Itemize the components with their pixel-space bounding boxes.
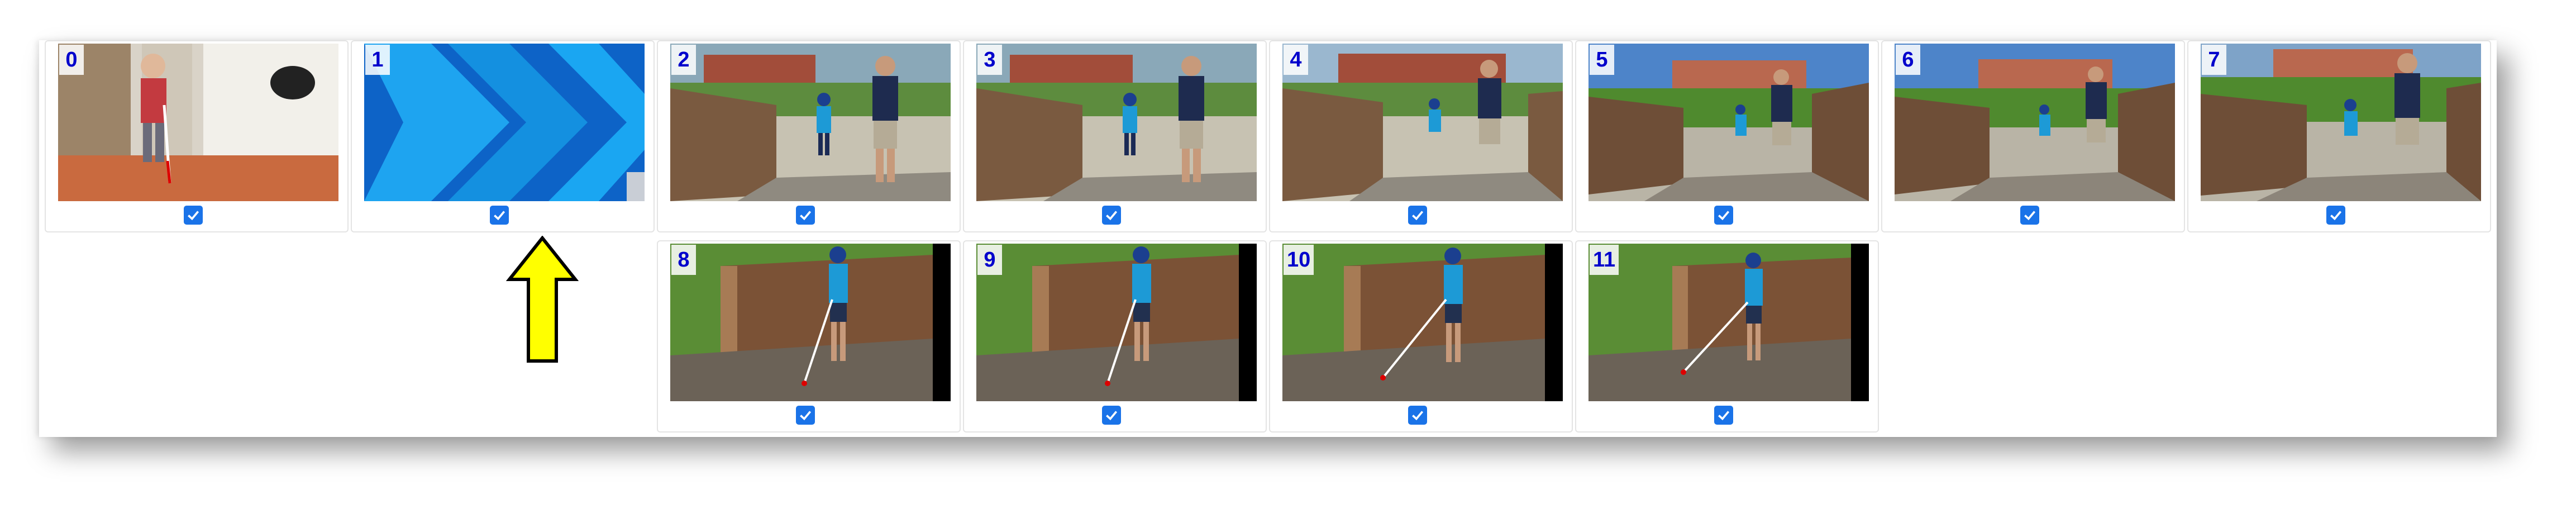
- frame-index-label: 9: [977, 245, 1002, 275]
- fence-scene-image: [976, 244, 1257, 401]
- frame-index-label: 2: [671, 45, 696, 75]
- chevron-title-card-image: [364, 44, 645, 201]
- frame-cell-2[interactable]: 2: [657, 40, 961, 232]
- frame-index-label: 7: [2202, 45, 2226, 75]
- boardwalk-scene-image: [1895, 44, 2175, 201]
- checkmark-icon: [1718, 411, 1730, 421]
- checkmark-icon: [800, 411, 812, 421]
- frame-select-checkbox[interactable]: [796, 206, 815, 225]
- checkmark-icon: [1106, 411, 1118, 421]
- frame-index-label: 3: [977, 45, 1002, 75]
- frame-select-checkbox[interactable]: [2020, 206, 2039, 225]
- frame-cell-6[interactable]: 6: [1881, 40, 2185, 232]
- frame-thumbnail[interactable]: 7: [2201, 44, 2481, 201]
- boardwalk-scene-image: [1282, 44, 1563, 201]
- boardwalk-scene-image: [2201, 44, 2481, 201]
- frame-index-label: 0: [59, 45, 84, 75]
- frame-thumbnail[interactable]: 1: [364, 44, 645, 201]
- frame-thumbnail[interactable]: 9: [976, 244, 1257, 401]
- frame-thumbnail[interactable]: 6: [1895, 44, 2175, 201]
- checkmark-icon: [800, 211, 812, 221]
- frame-cell-7[interactable]: 7: [2187, 40, 2491, 232]
- frame-select-checkbox[interactable]: [1408, 406, 1427, 425]
- frame-cell-1[interactable]: 1: [351, 40, 655, 232]
- fence-scene-image: [1282, 244, 1563, 401]
- frame-cell-11[interactable]: 11: [1575, 240, 1879, 433]
- frame-select-checkbox[interactable]: [2326, 206, 2345, 225]
- frame-thumbnail[interactable]: 0: [58, 44, 338, 201]
- up-arrow-icon: [506, 236, 579, 363]
- frame-cell-4[interactable]: 4: [1269, 40, 1573, 232]
- frame-cell-0[interactable]: 0: [45, 40, 349, 232]
- checkmark-icon: [1412, 211, 1424, 221]
- frame-select-checkbox[interactable]: [490, 206, 509, 225]
- frame-cell-10[interactable]: 10: [1269, 240, 1573, 433]
- boardwalk-scene-image: [1588, 44, 1869, 201]
- frame-thumbnail[interactable]: 11: [1588, 244, 1869, 401]
- frame-index-label: 1: [365, 45, 390, 75]
- frame-select-checkbox[interactable]: [1102, 406, 1121, 425]
- checkmark-icon: [2330, 211, 2342, 221]
- boardwalk-scene-image: [670, 44, 951, 201]
- frame-cell-8[interactable]: 8: [657, 240, 961, 433]
- frame-index-label: 6: [1896, 45, 1920, 75]
- frame-index-label: 10: [1284, 245, 1314, 275]
- frame-thumbnail[interactable]: 5: [1588, 44, 1869, 201]
- frame-select-checkbox[interactable]: [1408, 206, 1427, 225]
- checkmark-icon: [1106, 211, 1118, 221]
- frame-thumbnail[interactable]: 2: [670, 44, 951, 201]
- frame-cell-5[interactable]: 5: [1575, 40, 1879, 232]
- frame-thumbnail[interactable]: 10: [1282, 244, 1563, 401]
- frame-thumbnail[interactable]: 3: [976, 44, 1257, 201]
- checkmark-icon: [494, 211, 505, 221]
- frame-select-checkbox[interactable]: [1714, 206, 1733, 225]
- boardwalk-scene-image: [976, 44, 1257, 201]
- checkmark-icon: [188, 211, 199, 221]
- frame-index-label: 8: [671, 245, 696, 275]
- checkmark-icon: [1718, 211, 1730, 221]
- checkmark-icon: [2024, 211, 2036, 221]
- frame-thumbnail[interactable]: 4: [1282, 44, 1563, 201]
- hallway-scene-image: [58, 44, 338, 201]
- fence-scene-image: [670, 244, 951, 401]
- frame-grid-panel: 0 1 2 3 4 5 6 7 8 9 10 11: [39, 40, 2497, 437]
- frame-select-checkbox[interactable]: [184, 206, 203, 225]
- frame-cell-3[interactable]: 3: [963, 40, 1267, 232]
- frame-cell-9[interactable]: 9: [963, 240, 1267, 433]
- frame-select-checkbox[interactable]: [1102, 206, 1121, 225]
- frame-index-label: 11: [1590, 245, 1619, 275]
- frame-select-checkbox[interactable]: [1714, 406, 1733, 425]
- checkmark-icon: [1412, 411, 1424, 421]
- frame-thumbnail[interactable]: 8: [670, 244, 951, 401]
- fence-scene-image: [1588, 244, 1869, 401]
- frame-index-label: 4: [1284, 45, 1308, 75]
- frame-index-label: 5: [1590, 45, 1614, 75]
- frame-select-checkbox[interactable]: [796, 406, 815, 425]
